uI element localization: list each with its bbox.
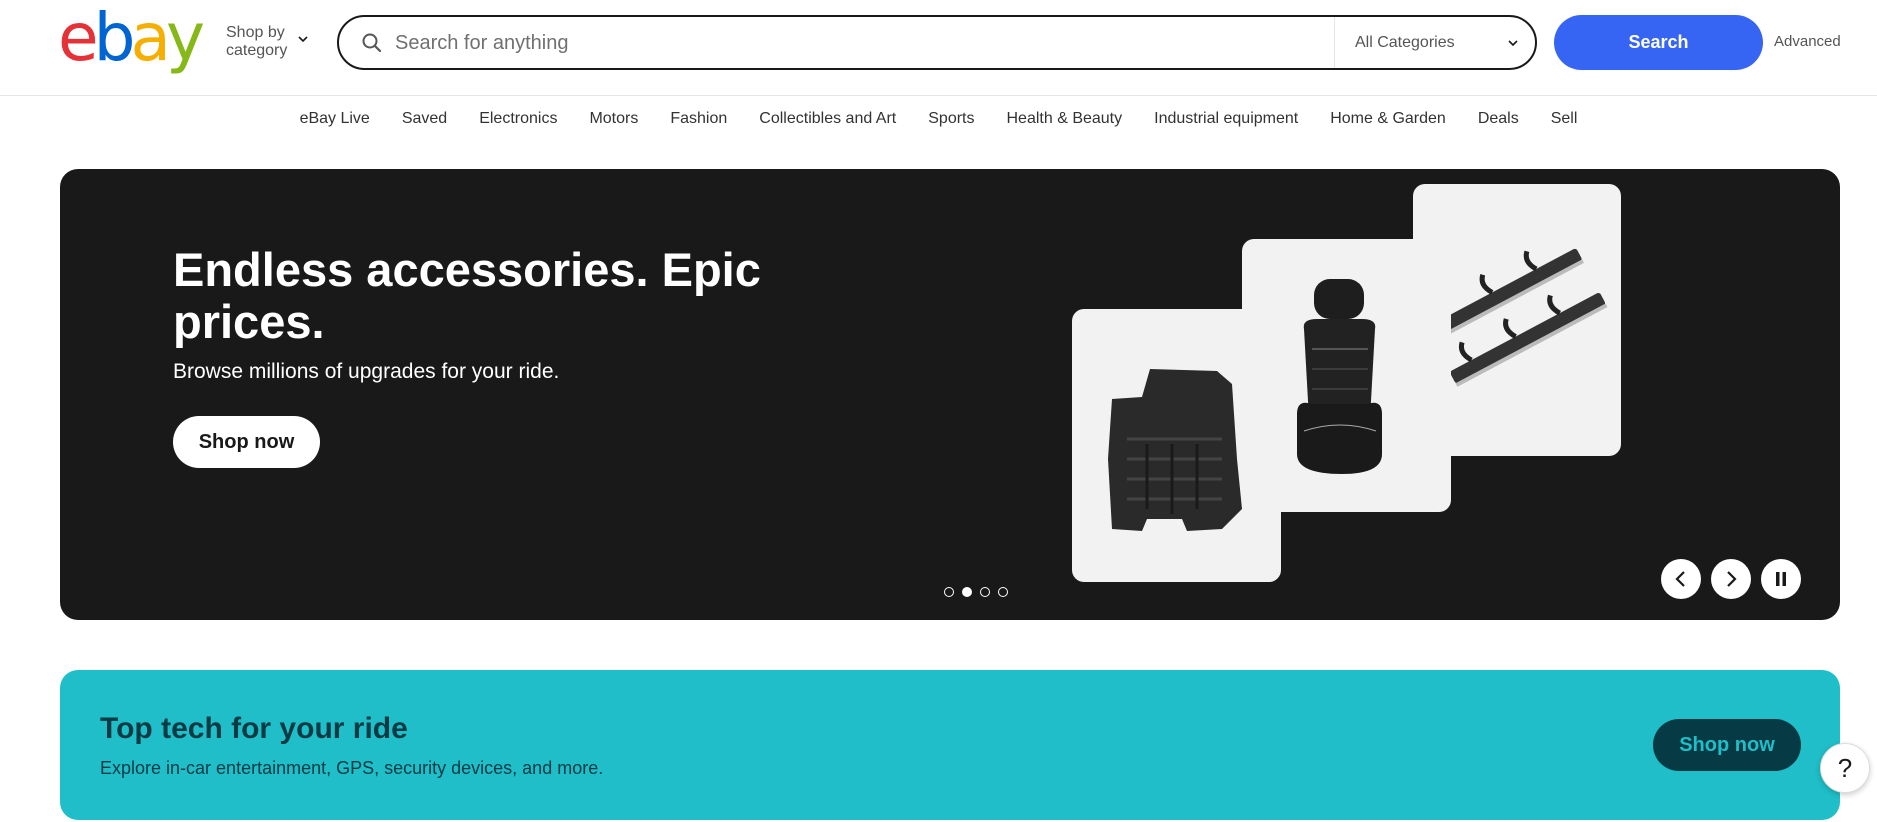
nav-item-fashion[interactable]: Fashion [654,104,743,134]
carousel-dot[interactable] [998,587,1008,597]
carousel-dot[interactable] [944,587,954,597]
shop-by-category-button[interactable]: Shop by category [226,24,308,60]
carousel-pause-button[interactable] [1761,559,1801,599]
logo-letter: e [58,0,99,76]
top-tech-banner: Top tech for your ride Explore in-car en… [60,670,1840,820]
nav-item-sell[interactable]: Sell [1535,104,1594,134]
site-header: ebay Shop by category All Categories Sea… [0,0,1877,96]
hero-subtitle: Browse millions of upgrades for your rid… [173,360,560,383]
nav-item-industrial-equipment[interactable]: Industrial equipment [1138,104,1314,134]
logo-letter: b [93,0,136,76]
banner-title: Top tech for your ride [100,712,408,745]
pause-icon [1776,572,1786,586]
category-nav: eBay Live Saved Electronics Motors Fashion Co… [0,104,1877,134]
carousel-dots [944,587,1008,597]
category-select-value: All Categories [1355,34,1455,51]
search-input[interactable] [395,27,1295,59]
hero-shop-now-button[interactable]: Shop now [173,416,320,468]
nav-item-collectibles-and-art[interactable]: Collectibles and Art [743,104,912,134]
nav-item-ebay-live[interactable]: eBay Live [284,104,386,134]
carousel-dot[interactable] [962,587,972,597]
chevron-left-icon [1675,571,1685,587]
ebay-logo[interactable]: ebay [58,0,205,76]
carousel-dot[interactable] [980,587,990,597]
search-icon [362,33,382,53]
chevron-down-icon [298,36,308,43]
floor-mat-image[interactable] [1072,309,1281,582]
nav-item-sports[interactable]: Sports [912,104,990,134]
chevron-right-icon [1727,571,1737,587]
nav-item-saved[interactable]: Saved [386,104,463,134]
nav-item-motors[interactable]: Motors [573,104,654,134]
search-button[interactable]: Search [1554,15,1763,70]
logo-letter: a [130,0,172,76]
nav-item-home-garden[interactable]: Home & Garden [1314,104,1462,134]
carousel-previous-button[interactable] [1661,559,1701,599]
help-button[interactable]: ? [1820,743,1870,793]
banner-shop-now-button[interactable]: Shop now [1653,719,1801,771]
nav-item-health-beauty[interactable]: Health & Beauty [991,104,1139,134]
carousel-next-button[interactable] [1711,559,1751,599]
nav-item-deals[interactable]: Deals [1462,104,1535,134]
category-select[interactable]: All Categories [1334,17,1535,68]
advanced-search-link[interactable]: Advanced [1774,33,1841,50]
logo-letter: y [165,0,205,76]
banner-subtitle: Explore in-car entertainment, GPS, secur… [100,758,604,778]
shop-by-category-line2: category [226,42,288,59]
chevron-down-icon [1508,40,1518,47]
hero-carousel: Endless accessories. Epic prices. Browse… [60,169,1840,620]
hero-title: Endless accessories. Epic prices. [173,243,761,348]
nav-item-electronics[interactable]: Electronics [463,104,573,134]
search-bar: All Categories [337,15,1537,70]
shop-by-category-line1: Shop by [226,24,285,41]
